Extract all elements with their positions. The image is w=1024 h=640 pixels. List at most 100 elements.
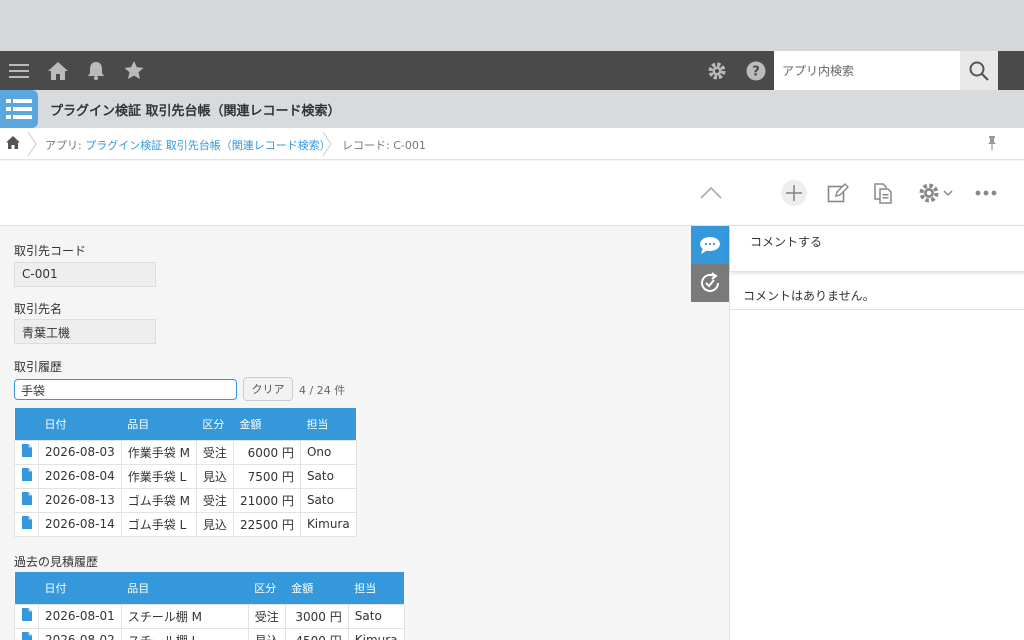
cell-amount: 7500 円	[232, 463, 301, 489]
breadcrumb-app-link[interactable]: プラグイン検証 取引先台帳（関連レコード検索）	[85, 139, 331, 152]
column-header-amount: 金額	[233, 408, 301, 440]
cell-date: 2026-08-02	[38, 627, 122, 640]
cell-type: 見込	[195, 463, 234, 489]
app-title: プラグイン検証 取引先台帳（関連レコード検索）	[50, 104, 341, 119]
record-link-document-icon[interactable]	[14, 487, 39, 513]
table-row: 2026-08-13 ゴム手袋 M 受注 21000 円 Sato	[14, 487, 357, 513]
cell-owner: Ono	[299, 439, 357, 465]
column-header-item: 品目	[121, 408, 197, 440]
cell-amount: 3000 円	[284, 603, 349, 629]
edit-button[interactable]	[826, 178, 850, 208]
column-header-type: 区分	[196, 408, 234, 440]
breadcrumb: アプリ: プラグイン検証 取引先台帳（関連レコード検索） レコード: C-001	[0, 128, 1024, 160]
past-estimates-label: 過去の見積履歴	[14, 555, 99, 569]
table-row: 2026-08-01 スチール棚 M 受注 3000 円 Sato	[14, 603, 405, 629]
transaction-history-table: 日付 品目 区分 金額 担当 2026-08-03 作業手袋 M 受注 6000…	[14, 408, 357, 537]
cell-type: 見込	[195, 511, 234, 537]
cell-type: 見込	[247, 627, 286, 640]
breadcrumb-app: アプリ: プラグイン検証 取引先台帳（関連レコード検索）	[45, 139, 331, 152]
column-header-owner: 担当	[300, 408, 357, 440]
cell-amount: 4500 円	[284, 627, 349, 640]
breadcrumb-record: レコード: C-001	[342, 139, 426, 152]
gear-icon	[919, 183, 938, 203]
svg-text:?: ?	[752, 64, 760, 79]
comment-panel: コメントする コメントはありません。	[729, 226, 1024, 640]
past-estimates-table: 日付 品目 区分 金額 担当 2026-08-01 スチール棚 M 受注 300…	[14, 572, 405, 640]
comment-placeholder: コメントする	[750, 235, 823, 249]
menu-icon[interactable]	[8, 51, 30, 90]
edit-pencil-icon	[827, 183, 849, 203]
plus-icon	[781, 180, 807, 206]
cell-owner: Sato	[347, 603, 405, 629]
customer-name-label: 取引先名	[14, 302, 63, 316]
copy-document-icon	[874, 183, 892, 204]
help-icon[interactable]: ?	[745, 51, 767, 90]
history-clock-icon	[701, 272, 719, 292]
settings-gear-icon[interactable]	[706, 51, 728, 90]
history-filter-input[interactable]: 手袋	[14, 379, 237, 400]
record-link-document-icon[interactable]	[14, 439, 39, 465]
record-link-document-icon[interactable]	[14, 463, 39, 489]
column-header-icon	[14, 572, 39, 604]
record-link-document-icon[interactable]	[14, 511, 39, 537]
cell-amount: 6000 円	[232, 439, 301, 465]
transaction-history-label: 取引履歴	[14, 360, 63, 374]
customer-code-value: C-001	[14, 262, 156, 287]
cell-amount: 22500 円	[232, 511, 301, 537]
home-icon[interactable]	[46, 51, 70, 90]
column-header-date: 日付	[38, 408, 122, 440]
collapse-chevron-up-icon[interactable]	[698, 178, 724, 208]
global-header: ?	[0, 51, 1024, 90]
app-list-icon[interactable]	[0, 90, 38, 128]
divider	[730, 309, 1024, 310]
filter-count: 4 / 24 件	[299, 384, 346, 397]
column-header-item: 品目	[121, 572, 249, 604]
comment-tab[interactable]	[691, 226, 729, 264]
cell-item: 作業手袋 L	[120, 463, 197, 489]
column-header-owner: 担当	[348, 572, 405, 604]
cell-date: 2026-08-04	[38, 463, 122, 489]
cell-date: 2026-08-13	[38, 487, 122, 513]
breadcrumb-separator-icon	[322, 132, 332, 156]
history-tab[interactable]	[691, 264, 729, 302]
cell-item: スチール棚 M	[120, 603, 249, 629]
star-icon[interactable]	[123, 51, 145, 90]
table-row: 2026-08-03 作業手袋 M 受注 6000 円 Ono	[14, 439, 357, 465]
no-comments-text: コメントはありません。	[743, 289, 875, 303]
table-row: 2026-08-14 ゴム手袋 L 見込 22500 円 Kimura	[14, 511, 357, 537]
cell-owner: Sato	[299, 487, 357, 513]
column-header-type: 区分	[248, 572, 286, 604]
cell-owner: Kimura	[299, 511, 357, 537]
duplicate-button[interactable]	[871, 178, 895, 208]
comment-input[interactable]: コメントする	[730, 226, 1024, 272]
record-toolbar	[0, 161, 1024, 226]
cell-item: ゴム手袋 M	[120, 487, 197, 513]
comment-bubble-icon	[700, 236, 720, 254]
column-header-icon	[14, 408, 39, 440]
cell-item: スチール棚 L	[120, 627, 249, 640]
browser-top-area	[0, 0, 1024, 51]
customer-name-value: 青葉工機	[14, 319, 156, 344]
customer-code-label: 取引先コード	[14, 244, 87, 258]
app-search-input[interactable]	[774, 51, 960, 90]
more-options-icon[interactable]	[974, 178, 998, 208]
table-row: 2026-08-04 作業手袋 L 見込 7500 円 Sato	[14, 463, 357, 489]
search-icon	[969, 61, 989, 81]
search-button[interactable]	[960, 51, 998, 90]
cell-item: ゴム手袋 L	[120, 511, 197, 537]
cell-date: 2026-08-01	[38, 603, 122, 629]
pin-icon[interactable]	[986, 136, 998, 153]
cell-owner: Kimura	[347, 627, 405, 640]
add-record-button[interactable]	[780, 178, 808, 208]
cell-type: 受注	[195, 487, 234, 513]
bell-icon[interactable]	[86, 51, 106, 90]
cell-type: 受注	[195, 439, 234, 465]
record-settings-button[interactable]	[915, 178, 955, 208]
record-link-document-icon[interactable]	[14, 627, 39, 640]
column-header-amount: 金額	[285, 572, 349, 604]
table-row: 2026-08-02 スチール棚 L 見込 4500 円 Kimura	[14, 627, 405, 640]
record-link-document-icon[interactable]	[14, 603, 39, 629]
clear-button[interactable]: クリア	[243, 377, 293, 401]
cell-owner: Sato	[299, 463, 357, 489]
breadcrumb-home-icon[interactable]	[6, 136, 20, 152]
